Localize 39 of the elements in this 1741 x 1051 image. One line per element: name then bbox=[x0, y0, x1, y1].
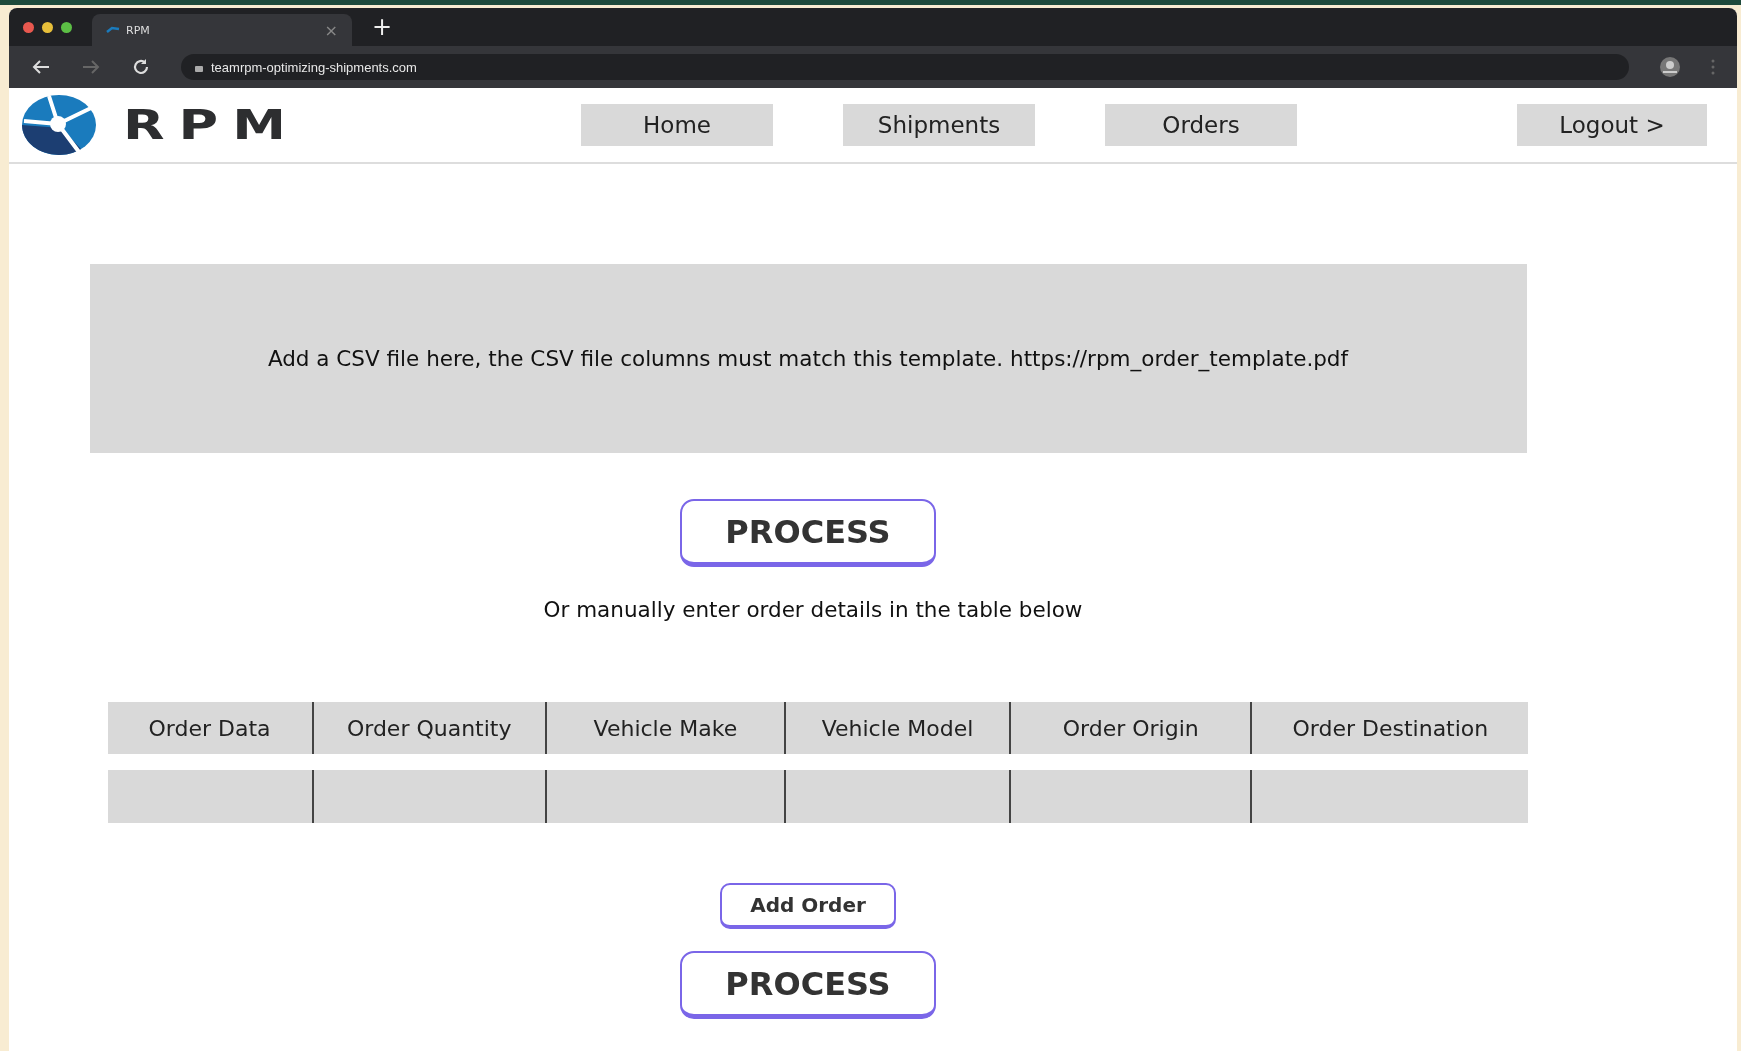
column-header: Order Destination bbox=[1250, 702, 1529, 754]
minimize-window-dot[interactable] bbox=[42, 21, 53, 33]
column-header: Order Quantity bbox=[311, 702, 545, 754]
input-cell[interactable] bbox=[783, 770, 1010, 823]
nav-button[interactable]: Shipments bbox=[843, 104, 1035, 146]
url-text: teamrpm-optimizing-shipments.com bbox=[211, 59, 417, 75]
browser-tab[interactable]: RPM × bbox=[92, 14, 352, 46]
new-tab-button[interactable]: + bbox=[372, 13, 393, 41]
process-button[interactable]: PROCESS bbox=[680, 951, 936, 1019]
process-button[interactable]: PROCESS bbox=[680, 499, 936, 567]
column-header: Vehicle Make bbox=[544, 702, 784, 754]
column-header: Order Data bbox=[107, 702, 312, 754]
nav-button[interactable]: Home bbox=[581, 104, 773, 146]
maximize-window-dot[interactable] bbox=[61, 21, 72, 33]
logo-text: RPM bbox=[123, 101, 300, 149]
profile-icon[interactable] bbox=[1659, 56, 1681, 78]
column-header: Vehicle Model bbox=[783, 702, 1010, 754]
favicon-icon bbox=[106, 26, 120, 34]
manual-entry-hint: Or manually enter order details in the table below bbox=[543, 597, 1083, 622]
aperture-logo-icon bbox=[21, 94, 97, 156]
address-bar[interactable]: teamrpm-optimizing-shipments.com bbox=[181, 54, 1629, 80]
logout-button[interactable]: Logout > bbox=[1517, 104, 1707, 146]
back-arrow-icon[interactable] bbox=[31, 59, 51, 75]
csv-drop-zone[interactable]: Add a CSV file here, the CSV file columns must match this template. https://rpm_order_template.pdf bbox=[89, 264, 1527, 453]
forward-arrow-icon[interactable] bbox=[81, 59, 101, 75]
upload-instructions: Add a CSV file here, the CSV file columns must match this template. https://rpm_order_template.pdf bbox=[267, 346, 1349, 371]
template-link[interactable]: https://rpm_order_template.pdf bbox=[1010, 346, 1349, 371]
input-cell[interactable] bbox=[1250, 770, 1529, 823]
input-cell[interactable] bbox=[1009, 770, 1251, 823]
input-cell[interactable] bbox=[544, 770, 784, 823]
menu-icon[interactable] bbox=[1711, 58, 1715, 76]
column-header: Order Origin bbox=[1009, 702, 1251, 754]
nav-button[interactable]: Orders bbox=[1105, 104, 1297, 146]
close-window-dot[interactable] bbox=[23, 21, 34, 33]
input-cell[interactable] bbox=[107, 770, 312, 823]
add-order-button[interactable]: Add Order bbox=[720, 883, 896, 929]
reload-icon[interactable] bbox=[131, 57, 151, 77]
input-cell[interactable] bbox=[311, 770, 545, 823]
tab-title: RPM bbox=[126, 23, 151, 37]
